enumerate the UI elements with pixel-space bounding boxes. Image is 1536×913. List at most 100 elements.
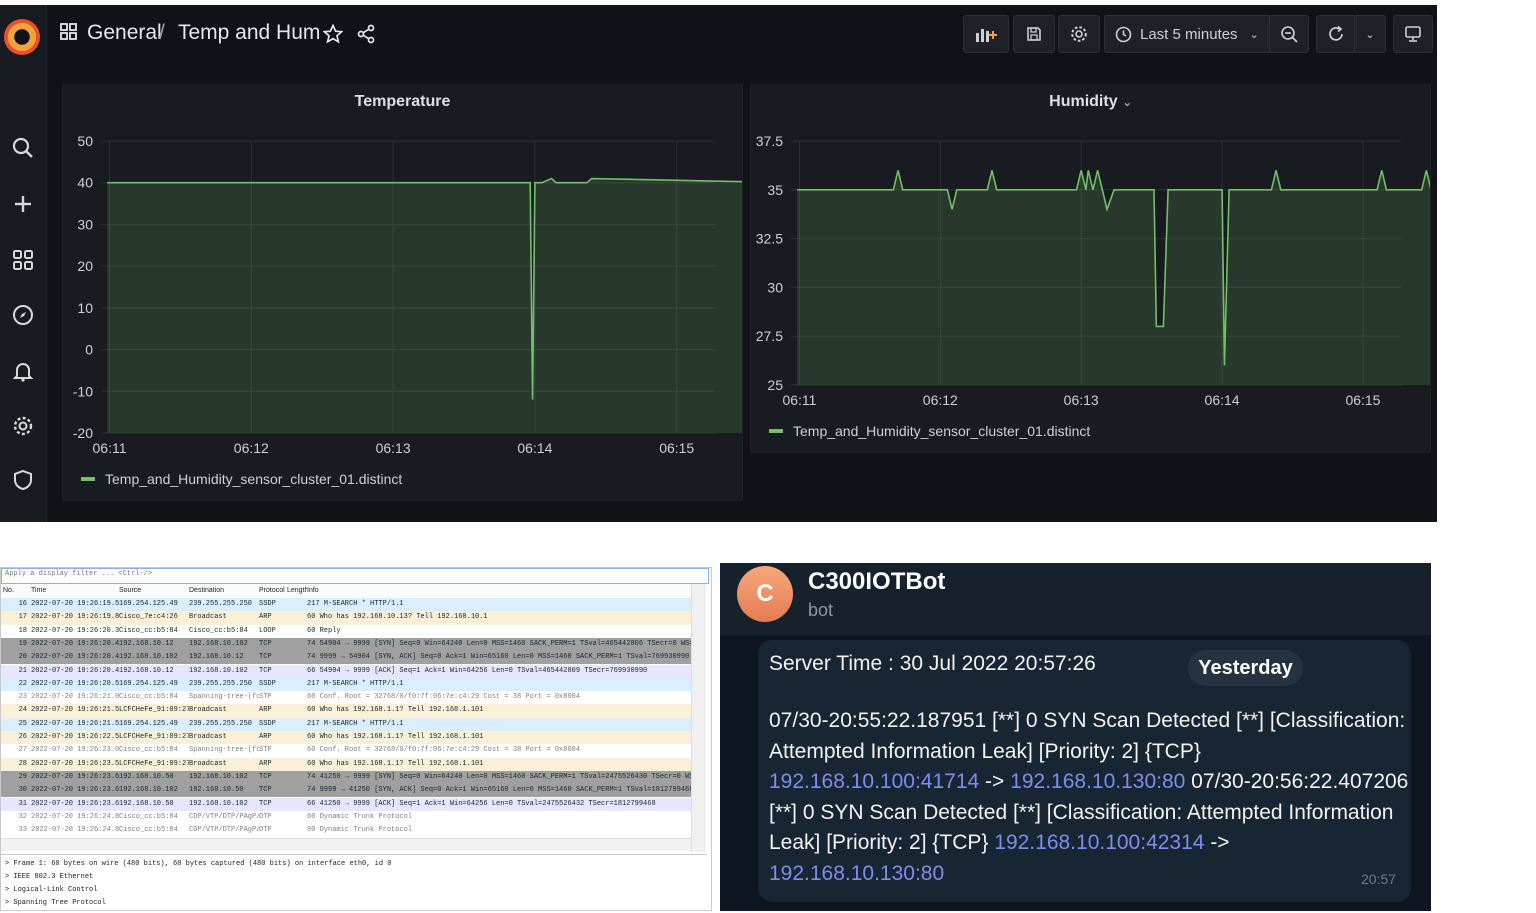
table-row[interactable]: 182022-07-20 19:26:20.3855..Cisco_cc:b5:… bbox=[1, 624, 691, 638]
detail-frame[interactable]: > Frame 1: 60 bytes on wire (480 bits), … bbox=[5, 860, 391, 868]
detail-llc[interactable]: > Logical-Link Control bbox=[5, 886, 97, 894]
column-header[interactable]: Info bbox=[307, 584, 691, 598]
column-header[interactable]: Protocol bbox=[259, 584, 287, 598]
share-icon[interactable] bbox=[356, 24, 376, 49]
table-row[interactable]: 27 2022-07-20 19:26:23.0940..Cisco_cc:b5:… bbox=[1, 744, 691, 758]
table-row[interactable]: 28 2022-07-20 19:26:23.5327..LCFCHeFe_91:… bbox=[1, 757, 691, 771]
temperature-chart[interactable]: 50 40 30 20 10 0 -10 -2006:11 06:12 06:13 06:14 06:… bbox=[63, 85, 742, 465]
table-cell-time: 2022-07-20 19:26:23.0940.. bbox=[31, 746, 119, 755]
table-cell-time: 2022-07-20 19:26:20.4363.. bbox=[31, 666, 119, 675]
dashboards-icon[interactable] bbox=[6, 245, 40, 275]
table-cell-info: 60 Who has 192.168.1.1? Tell 192.168.1.1… bbox=[307, 706, 484, 715]
column-header[interactable]: Time bbox=[31, 584, 119, 598]
table-cell-time: 2022-07-20 19:26:24.8633.. bbox=[31, 826, 119, 835]
table-cell-time: 2022-07-20 19:26:24.8633.. bbox=[31, 812, 119, 821]
table-cell-time: 2022-07-20 19:26:19.5314.. bbox=[31, 600, 119, 608]
y-tick-label: 30 bbox=[77, 216, 93, 232]
time-range-picker[interactable]: Last 5 minutes ⌄ bbox=[1104, 15, 1271, 53]
tv-mode-button[interactable] bbox=[1393, 15, 1433, 53]
table-cell-time: 2022-07-20 19:26:21.0938.. bbox=[31, 693, 119, 702]
table-cell-time: 2022-07-20 19:26:19.8560.. bbox=[31, 613, 119, 622]
table-cell-info: 74 54904 → 9999 [SYN] Seq=0 Win=64240 Le… bbox=[307, 639, 691, 648]
table-cell-dst: 192.168.10.102 bbox=[189, 772, 248, 781]
table-cell-dst: Spanning-tree-(for-.. bbox=[189, 746, 259, 755]
refresh-button[interactable] bbox=[1316, 15, 1356, 53]
dest-ip-link-1[interactable]: 192.168.10.130:80 bbox=[1010, 770, 1185, 793]
table-cell-no: 33 bbox=[18, 826, 27, 835]
table-cell-proto: TCP bbox=[259, 639, 272, 648]
table-cell-no: 27 bbox=[18, 746, 27, 755]
table-row[interactable]: 16 2022-07-20 19:26:19.5314..169.254.125.… bbox=[1, 598, 691, 612]
table-cell-info: 74 9999 → 54904 [SYN, ACK] Seq=0 Ack=1 W… bbox=[307, 653, 691, 662]
table-row[interactable]: 31 2022-07-20 19:26:23.6644..192.168.10.5… bbox=[1, 797, 691, 811]
star-icon[interactable] bbox=[322, 23, 344, 49]
message-bubble[interactable]: Server Time : 30 Jul 2022 20:57:26 Yeste… bbox=[758, 640, 1411, 902]
table-row[interactable]: 33 2022-07-20 19:26:24.8633..Cisco_cc:b5:… bbox=[1, 824, 691, 838]
detail-stp[interactable]: > Spanning Tree Protocol bbox=[5, 899, 106, 907]
packet-details-pane: > Frame 1: 60 bytes on wire (480 bits), … bbox=[1, 854, 707, 910]
table-row[interactable]: 192022-07-20 19:26:20.4343..192.168.10.1… bbox=[1, 637, 691, 652]
table-row[interactable]: 24 2022-07-20 19:26:21.5309..LCFCHeFe_91:… bbox=[1, 704, 691, 718]
packet-list-scrollbar[interactable] bbox=[691, 584, 706, 852]
settings-icon bbox=[1071, 26, 1087, 42]
dashboard-title[interactable]: Temp and Hum bbox=[178, 21, 320, 45]
table-row[interactable]: 25 2022-07-20 19:26:21.5558..169.254.125.… bbox=[1, 717, 691, 731]
source-ip-link-2[interactable]: 192.168.10.100:42314 bbox=[994, 831, 1204, 854]
dashboard-settings-button[interactable] bbox=[1058, 15, 1100, 53]
table-row[interactable]: 29 2022-07-20 19:26:23.6629..192.168.10.5… bbox=[1, 770, 691, 785]
plus-icon[interactable] bbox=[6, 189, 40, 219]
source-ip-link-1[interactable]: 192.168.10.100:41714 bbox=[769, 770, 979, 793]
table-cell-src: 169.254.125.49 bbox=[119, 679, 178, 688]
table-row[interactable]: 30 2022-07-20 19:26:23.6630..192.168.10.1… bbox=[1, 784, 691, 798]
table-cell-proto: TCP bbox=[259, 666, 272, 675]
grafana-logo-icon[interactable] bbox=[4, 19, 40, 55]
shield-icon[interactable] bbox=[6, 465, 40, 495]
save-dashboard-button[interactable] bbox=[1013, 15, 1055, 53]
chat-header[interactable]: C C300IOTBot bot bbox=[720, 563, 1431, 635]
table-cell-info: 60 Who has 192.168.10.13? Tell 192.168.1… bbox=[307, 613, 488, 622]
table-cell-dst: 239.255.255.250 bbox=[189, 679, 253, 688]
table-row[interactable]: 202022-07-20 19:26:20.4344..192.168.10.1… bbox=[1, 651, 691, 665]
search-icon[interactable] bbox=[6, 133, 40, 163]
column-header[interactable]: Length bbox=[287, 584, 307, 598]
chevron-down-icon: ⌄ bbox=[1249, 27, 1259, 41]
breadcrumb-folder[interactable]: General bbox=[87, 21, 162, 45]
column-header[interactable]: Source bbox=[119, 584, 189, 598]
table-cell-proto: SSDP bbox=[259, 679, 276, 688]
table-cell-src: 192.168.10.12 bbox=[119, 639, 174, 648]
temperature-legend[interactable]: Temp_and_Humidity_sensor_cluster_01.dist… bbox=[81, 471, 402, 487]
dest-ip-link-2[interactable]: 192.168.10.130:80 bbox=[769, 862, 944, 885]
humidity-legend[interactable]: Temp_and_Humidity_sensor_cluster_01.dist… bbox=[769, 423, 1090, 439]
table-row[interactable]: 32 2022-07-20 19:26:24.8633..Cisco_cc:b5:… bbox=[1, 810, 691, 825]
table-cell-info: 217 M-SEARCH * HTTP/1.1 bbox=[307, 679, 404, 688]
table-cell-dst: CDP/VTP/DTP/PAgP/UD.. bbox=[189, 826, 259, 835]
add-panel-button[interactable] bbox=[963, 15, 1009, 53]
table-cell-no: 23 bbox=[18, 693, 27, 702]
table-row[interactable]: 23 2022-07-20 19:26:21.0938..Cisco_cc:b5:… bbox=[1, 691, 691, 705]
table-row[interactable]: 22 2022-07-20 19:26:20.5449..169.254.125.… bbox=[1, 677, 691, 692]
x-tick-label: 06:15 bbox=[659, 440, 694, 456]
humidity-chart[interactable]: 37.5 35 32.5 30 27.5 2506:11 06:12 06:13 06:14 06… bbox=[751, 85, 1430, 420]
zoom-out-button[interactable] bbox=[1269, 15, 1309, 53]
table-cell-src: LCFCHeFe_91:09:27 bbox=[119, 733, 189, 741]
bot-name[interactable]: C300IOTBot bbox=[808, 568, 945, 596]
table-cell-time: 2022-07-20 19:26:21.5309.. bbox=[31, 706, 119, 715]
grafana-header: General / Temp and Hum Last 5 minutes ⌄ bbox=[46, 5, 1437, 63]
packet-list-hscrollbar[interactable] bbox=[1, 838, 691, 851]
table-row[interactable]: 17 2022-07-20 19:26:19.8560..Cisco_7e:c4:… bbox=[1, 611, 691, 625]
x-tick-label: 06:11 bbox=[93, 440, 127, 456]
refresh-interval-dropdown[interactable]: ⌄ bbox=[1354, 15, 1386, 53]
table-cell-dst: 239.255.255.250 bbox=[189, 719, 253, 728]
y-tick-label: -20 bbox=[73, 425, 93, 441]
column-header[interactable]: No. bbox=[3, 584, 21, 598]
explore-icon[interactable] bbox=[6, 300, 40, 330]
table-row[interactable]: 26 2022-07-20 19:26:22.5312..LCFCHeFe_91:… bbox=[1, 731, 691, 745]
display-filter-input[interactable]: Apply a display filter ... <Ctrl-/> bbox=[1, 568, 709, 584]
table-cell-src: Cisco_cc:b5:84 bbox=[119, 826, 178, 835]
table-row[interactable]: 212022-07-20 19:26:20.4363..192.168.10.1… bbox=[1, 664, 691, 678]
gear-icon[interactable] bbox=[6, 411, 40, 441]
column-header[interactable]: Destination bbox=[189, 584, 259, 598]
avatar[interactable]: C bbox=[737, 566, 793, 622]
detail-ethernet[interactable]: > IEEE 802.3 Ethernet bbox=[5, 873, 93, 881]
bell-icon[interactable] bbox=[6, 356, 40, 386]
